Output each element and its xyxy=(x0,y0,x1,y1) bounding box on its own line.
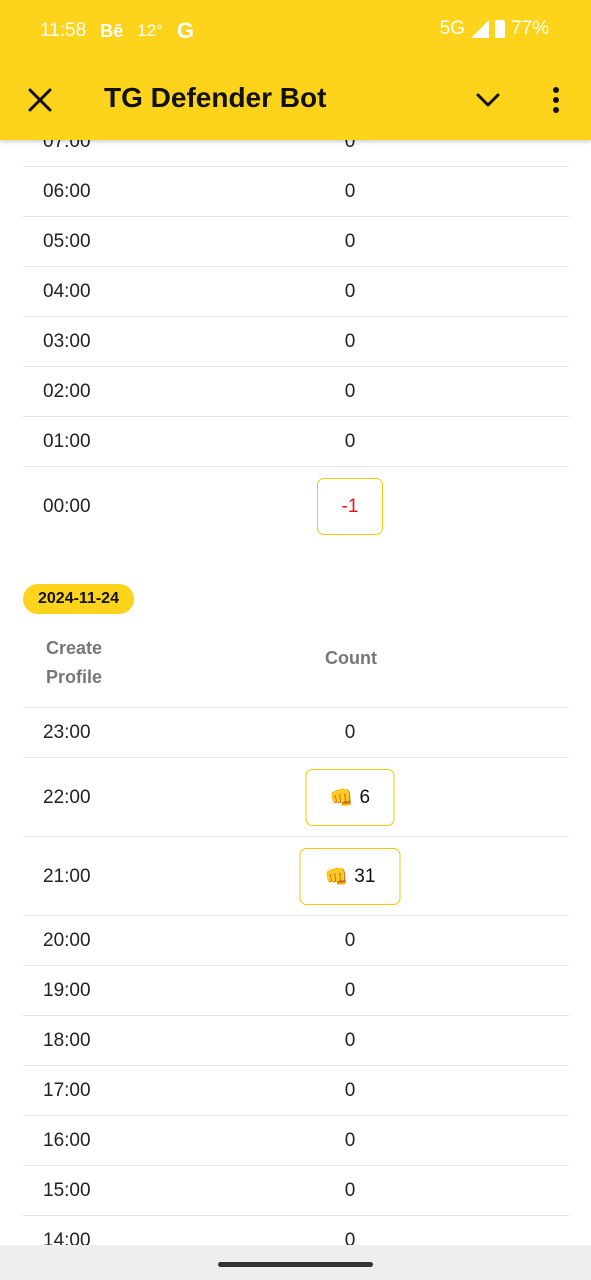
table-row: 15:00 0 xyxy=(23,1166,569,1216)
row-count: 0 xyxy=(344,381,356,402)
row-time: 20:00 xyxy=(43,930,91,951)
network-type: 5G xyxy=(439,18,465,39)
row-count: 0 xyxy=(344,281,356,302)
table-row: 23:00 0 xyxy=(23,708,569,758)
table-header: Create Profile Count xyxy=(23,626,569,708)
signal-icon xyxy=(470,20,489,38)
row-time: 00:00 xyxy=(43,496,91,517)
table-row: 00:00 -1 xyxy=(23,467,569,546)
row-count: 0 xyxy=(344,930,356,951)
chevron-down-icon xyxy=(476,93,500,107)
row-time: 16:00 xyxy=(43,1130,91,1151)
table-row: 06:00 0 xyxy=(23,167,569,217)
fist-icon: 👊 xyxy=(329,787,354,809)
status-left: 11:58 Bē 12° G xyxy=(40,18,194,44)
table-row: 05:00 0 xyxy=(23,217,569,267)
row-time: 01:00 xyxy=(43,431,91,452)
table-row: 18:00 0 xyxy=(23,1016,569,1066)
badge-value: 6 xyxy=(359,786,371,808)
table-row: 14:00 0 xyxy=(23,1216,569,1245)
more-options-button[interactable] xyxy=(540,80,572,120)
table-row: 20:00 0 xyxy=(23,916,569,966)
table-row: 07:00 0 xyxy=(23,140,569,167)
row-count: 0 xyxy=(344,980,356,1001)
weather-temp: 12° xyxy=(137,21,163,40)
column-header-profile: Create Profile xyxy=(46,638,103,687)
page-title: TG Defender Bot xyxy=(104,82,327,113)
row-count: 0 xyxy=(344,722,356,743)
row-time: 02:00 xyxy=(43,381,91,402)
row-time: 23:00 xyxy=(43,722,91,743)
row-time: 15:00 xyxy=(43,1180,91,1201)
table-row: 22:00 👊 6 xyxy=(23,758,569,837)
battery-percent: 77% xyxy=(510,18,549,39)
more-vert-icon xyxy=(553,87,559,113)
badge-value: -1 xyxy=(341,495,359,517)
close-button[interactable] xyxy=(22,80,58,120)
battery-icon xyxy=(494,20,505,38)
table-row: 01:00 0 xyxy=(23,417,569,467)
count-badge[interactable]: 👊 31 xyxy=(299,848,401,905)
row-count: 0 xyxy=(344,331,356,352)
status-time: 11:58 xyxy=(40,20,87,41)
count-badge[interactable]: 👊 6 xyxy=(305,769,395,826)
badge-value: 31 xyxy=(354,865,376,887)
table-row: 16:00 0 xyxy=(23,1116,569,1166)
stats-scroll-area[interactable]: 07:00 0 06:00 0 05:00 0 04:00 0 03:00 0 … xyxy=(0,140,591,1245)
table-row: 19:00 0 xyxy=(23,966,569,1016)
close-icon xyxy=(28,88,52,112)
row-count: 0 xyxy=(344,140,356,152)
row-time: 19:00 xyxy=(43,980,91,1001)
status-right: 5G 77% xyxy=(440,18,549,40)
row-time: 17:00 xyxy=(43,1080,91,1101)
row-time: 05:00 xyxy=(43,231,91,252)
table-row: 03:00 0 xyxy=(23,317,569,367)
row-count: 0 xyxy=(344,181,356,202)
column-header-count: Count xyxy=(325,648,377,668)
app-bar: TG Defender Bot xyxy=(0,60,591,140)
row-time: 14:00 xyxy=(43,1230,91,1245)
stats-list: 07:00 0 06:00 0 05:00 0 04:00 0 03:00 0 … xyxy=(0,140,591,1245)
row-time: 06:00 xyxy=(43,181,91,202)
row-count: 0 xyxy=(344,1180,356,1201)
table-row: 04:00 0 xyxy=(23,267,569,317)
row-count: 0 xyxy=(344,1130,356,1151)
row-time: 03:00 xyxy=(43,331,91,352)
fist-icon: 👊 xyxy=(324,866,349,888)
table-row: 02:00 0 xyxy=(23,367,569,417)
dropdown-button[interactable] xyxy=(470,82,506,118)
row-count: 0 xyxy=(344,1080,356,1101)
row-count: 0 xyxy=(344,1030,356,1051)
table-row: 17:00 0 xyxy=(23,1066,569,1116)
row-time: 21:00 xyxy=(43,866,91,887)
table-row: 21:00 👊 31 xyxy=(23,837,569,916)
status-bar: 11:58 Bē 12° G 5G 77% xyxy=(0,0,591,60)
row-count: 0 xyxy=(344,231,356,252)
navigation-bar xyxy=(0,1245,591,1280)
row-count: 0 xyxy=(344,1230,356,1245)
row-time: 18:00 xyxy=(43,1030,91,1051)
behance-notification-icon: Bē xyxy=(100,20,124,41)
row-time: 07:00 xyxy=(43,140,91,152)
home-gesture-handle[interactable] xyxy=(218,1262,373,1267)
row-count: 0 xyxy=(344,431,356,452)
date-chip: 2024-11-24 xyxy=(23,584,134,614)
row-time: 04:00 xyxy=(43,281,91,302)
row-time: 22:00 xyxy=(43,787,91,808)
count-badge[interactable]: -1 xyxy=(317,478,383,535)
google-notification-icon: G xyxy=(176,18,194,43)
